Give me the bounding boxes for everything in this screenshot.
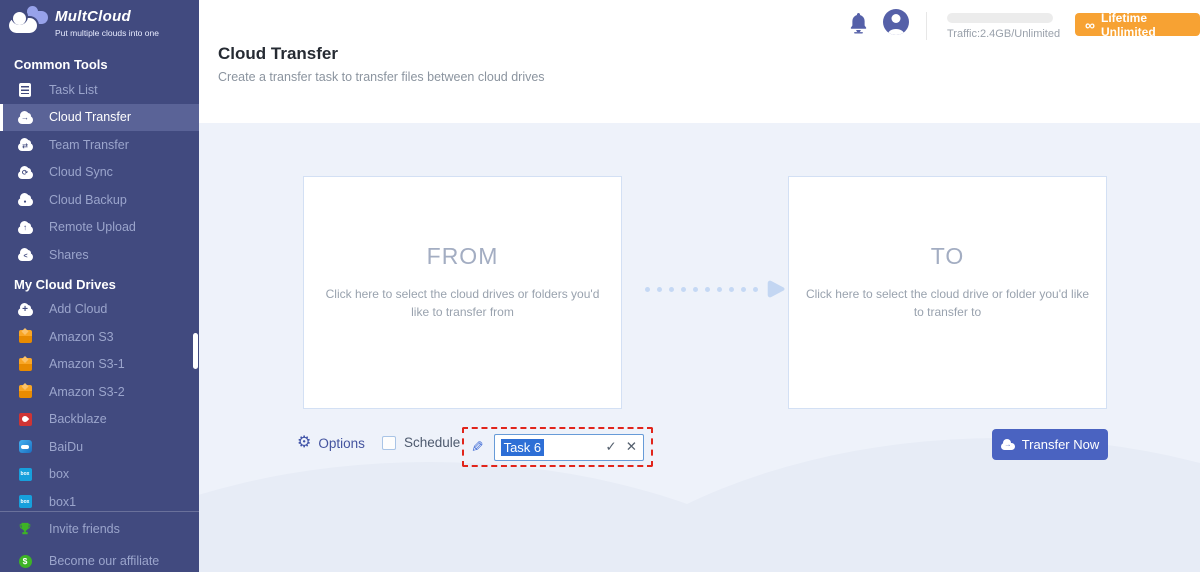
box-icon — [14, 467, 36, 481]
infinity-icon: ∞ — [1085, 16, 1095, 33]
multcloud-logo-icon — [8, 6, 50, 38]
sidebar-item-amazon-s3[interactable]: Amazon S3 — [0, 323, 199, 351]
from-panel[interactable]: FROM Click here to select the cloud driv… — [303, 176, 622, 409]
transfer-now-label: Transfer Now — [1021, 437, 1100, 452]
traffic-progress-bar — [947, 13, 1053, 23]
task-name-editor: ✎ Task 6 ✓ ✕ — [462, 427, 653, 467]
lifetime-unlimited-badge[interactable]: ∞ Lifetime Unlimited — [1075, 10, 1200, 39]
to-title: TO — [930, 242, 965, 269]
sidebar-footer: Invite friends Become our affiliate — [0, 511, 199, 572]
sidebar-item-invite-friends[interactable]: Invite friends — [0, 514, 199, 544]
sidebar: MultCloud Put multiple clouds into one C… — [0, 0, 199, 572]
box1-icon — [14, 495, 36, 509]
cloud-sync-icon — [14, 165, 36, 179]
to-panel[interactable]: TO Click here to select the cloud drive … — [788, 176, 1107, 409]
task-name-input[interactable]: Task 6 ✓ ✕ — [493, 433, 644, 461]
task-name-value: Task 6 — [500, 438, 545, 456]
sidebar-item-team-transfer[interactable]: Team Transfer — [0, 131, 199, 159]
section-title-my-cloud-drives: My Cloud Drives — [14, 276, 116, 292]
traffic-label: Traffic:2.4GB/Unlimited — [947, 28, 1061, 40]
brand-name: MultCloud — [55, 8, 132, 25]
traffic-meter: Traffic:2.4GB/Unlimited — [947, 13, 1061, 40]
sidebar-item-shares[interactable]: Shares — [0, 241, 199, 269]
from-hint: Click here to select the cloud drives or… — [325, 286, 600, 319]
main-area: Cloud Transfer Create a transfer task to… — [199, 0, 1200, 572]
logo[interactable]: MultCloud Put multiple clouds into one — [0, 0, 199, 50]
sidebar-item-cloud-sync[interactable]: Cloud Sync — [0, 159, 199, 187]
cloud-transfer-button-icon — [1000, 439, 1015, 450]
schedule-checkbox[interactable] — [382, 435, 396, 450]
from-title: FROM — [426, 242, 499, 269]
team-transfer-icon — [14, 138, 36, 152]
sidebar-item-amazon-s3-1[interactable]: Amazon S3-1 — [0, 351, 199, 379]
schedule-control: Schedule — [382, 435, 460, 450]
sidebar-item-add-cloud[interactable]: Add Cloud — [0, 296, 199, 324]
sidebar-item-cloud-backup[interactable]: Cloud Backup — [0, 186, 199, 214]
user-avatar[interactable] — [883, 9, 909, 35]
amazon-s3-icon — [14, 330, 36, 344]
page-subtitle: Create a transfer task to transfer files… — [218, 70, 545, 84]
plan-badge-label: Lifetime Unlimited — [1100, 10, 1156, 39]
sidebar-item-amazon-s3-2[interactable]: Amazon S3-2 — [0, 378, 199, 406]
transfer-direction-arrow — [645, 279, 787, 299]
dollar-icon — [14, 554, 36, 568]
amazon-s3-2-icon — [14, 385, 36, 399]
to-hint: Click here to select the cloud drive or … — [805, 286, 1090, 319]
sidebar-item-remote-upload[interactable]: Remote Upload — [0, 214, 199, 242]
trophy-icon — [14, 522, 36, 536]
brand-tagline: Put multiple clouds into one — [55, 28, 159, 38]
edit-pencil-icon[interactable]: ✎ — [471, 438, 484, 456]
section-title-common-tools: Common Tools — [14, 57, 108, 72]
gear-icon: ⚙ — [297, 434, 312, 451]
baidu-icon — [14, 440, 36, 454]
arrow-head-icon — [767, 280, 785, 298]
sidebar-item-cloud-transfer[interactable]: Cloud Transfer — [0, 103, 199, 131]
sidebar-item-baidu[interactable]: BaiDu — [0, 433, 199, 461]
add-cloud-icon — [14, 302, 36, 316]
cloud-transfer-icon — [14, 110, 36, 124]
sidebar-item-box[interactable]: box — [0, 461, 199, 489]
header-divider — [926, 12, 927, 40]
transfer-now-button[interactable]: Transfer Now — [992, 429, 1108, 460]
confirm-check-icon[interactable]: ✓ — [605, 439, 616, 455]
schedule-label: Schedule — [404, 435, 461, 450]
sidebar-item-task-list[interactable]: Task List — [0, 76, 199, 104]
options-button[interactable]: ⚙ Options — [297, 435, 365, 451]
multcloud-app: MultCloud Put multiple clouds into one C… — [0, 0, 1200, 572]
sidebar-item-become-affiliate[interactable]: Become our affiliate — [0, 546, 199, 572]
sidebar-item-backblaze[interactable]: Backblaze — [0, 406, 199, 434]
amazon-s3-1-icon — [14, 357, 36, 371]
page-title: Cloud Transfer — [218, 44, 338, 63]
cloud-backup-icon — [14, 193, 36, 207]
remote-upload-icon — [14, 220, 36, 234]
options-label: Options — [318, 435, 365, 451]
task-list-icon — [14, 82, 36, 97]
notifications-bell-icon[interactable] — [848, 11, 869, 40]
backblaze-icon — [14, 412, 36, 426]
sidebar-scrollbar[interactable] — [193, 333, 198, 369]
shares-icon — [14, 248, 36, 262]
cancel-x-icon[interactable]: ✕ — [626, 439, 637, 455]
